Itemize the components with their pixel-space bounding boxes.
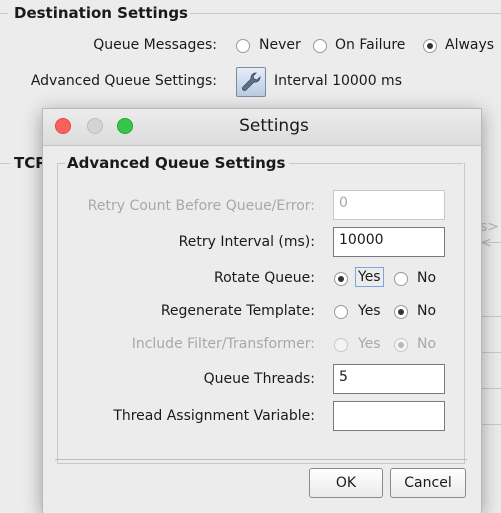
rotate-queue-yes-label[interactable]: Yes [355, 267, 384, 287]
ok-button[interactable]: OK [309, 468, 383, 498]
queue-messages-label: Queue Messages: [93, 37, 217, 53]
retry-interval-input[interactable]: 10000 [333, 227, 445, 257]
include-filter-label: Include Filter/Transformer: [131, 336, 315, 352]
cancel-button[interactable]: Cancel [390, 468, 466, 498]
queue-on-failure-radio[interactable] [313, 39, 327, 53]
include-filter-no-radio[interactable] [394, 338, 408, 352]
include-filter-no-label[interactable]: No [417, 336, 436, 352]
background-table-line [480, 242, 501, 243]
group-title: Advanced Queue Settings [67, 154, 286, 172]
section-title-destination-settings: Destination Settings [14, 4, 188, 22]
retry-count-label: Retry Count Before Queue/Error: [87, 198, 315, 214]
dialog-titlebar: Settings [43, 109, 481, 146]
section-divider [190, 13, 501, 14]
group-border-top [57, 163, 65, 164]
wrench-icon [242, 72, 261, 91]
thread-assignment-variable-label: Thread Assignment Variable: [113, 408, 315, 424]
rotate-queue-no-radio[interactable] [394, 272, 408, 286]
include-filter-yes-radio[interactable] [334, 338, 348, 352]
group-border-top [289, 163, 463, 164]
background-table-line [480, 316, 501, 317]
regenerate-template-no-radio[interactable] [394, 305, 408, 319]
retry-interval-label: Retry Interval (ms): [178, 234, 315, 250]
queue-on-failure-label[interactable]: On Failure [335, 37, 405, 53]
interval-text: Interval 10000 ms [274, 73, 402, 89]
background-table-line [480, 352, 501, 353]
regenerate-template-yes-label[interactable]: Yes [358, 303, 381, 319]
section-divider [0, 163, 10, 164]
dialog-title: Settings [239, 116, 309, 136]
regenerate-template-label: Regenerate Template: [160, 303, 315, 319]
section-divider [0, 13, 8, 14]
clipped-background-text: s>< [480, 219, 500, 251]
dialog-button-separator [55, 459, 467, 460]
queue-threads-input[interactable]: 5 [333, 364, 445, 394]
retry-count-input[interactable]: 0 [333, 190, 445, 220]
queue-threads-label: Queue Threads: [203, 371, 315, 387]
regenerate-template-yes-radio[interactable] [334, 305, 348, 319]
rotate-queue-label: Rotate Queue: [214, 270, 315, 286]
settings-dialog: Settings Advanced Queue Settings Retry C… [42, 108, 482, 513]
advanced-queue-settings-label: Advanced Queue Settings: [30, 73, 217, 89]
queue-always-label[interactable]: Always [445, 37, 494, 53]
include-filter-yes-label[interactable]: Yes [358, 336, 381, 352]
background-table-line [480, 424, 501, 425]
regenerate-template-no-label[interactable]: No [417, 303, 436, 319]
rotate-queue-yes-radio[interactable] [334, 272, 348, 286]
rotate-queue-no-label[interactable]: No [417, 270, 436, 286]
queue-never-label[interactable]: Never [259, 37, 301, 53]
queue-never-radio[interactable] [236, 39, 250, 53]
advanced-queue-settings-button[interactable] [236, 67, 266, 97]
queue-always-radio[interactable] [423, 39, 437, 53]
thread-assignment-variable-input[interactable] [333, 401, 445, 431]
background-table-line [480, 388, 501, 389]
